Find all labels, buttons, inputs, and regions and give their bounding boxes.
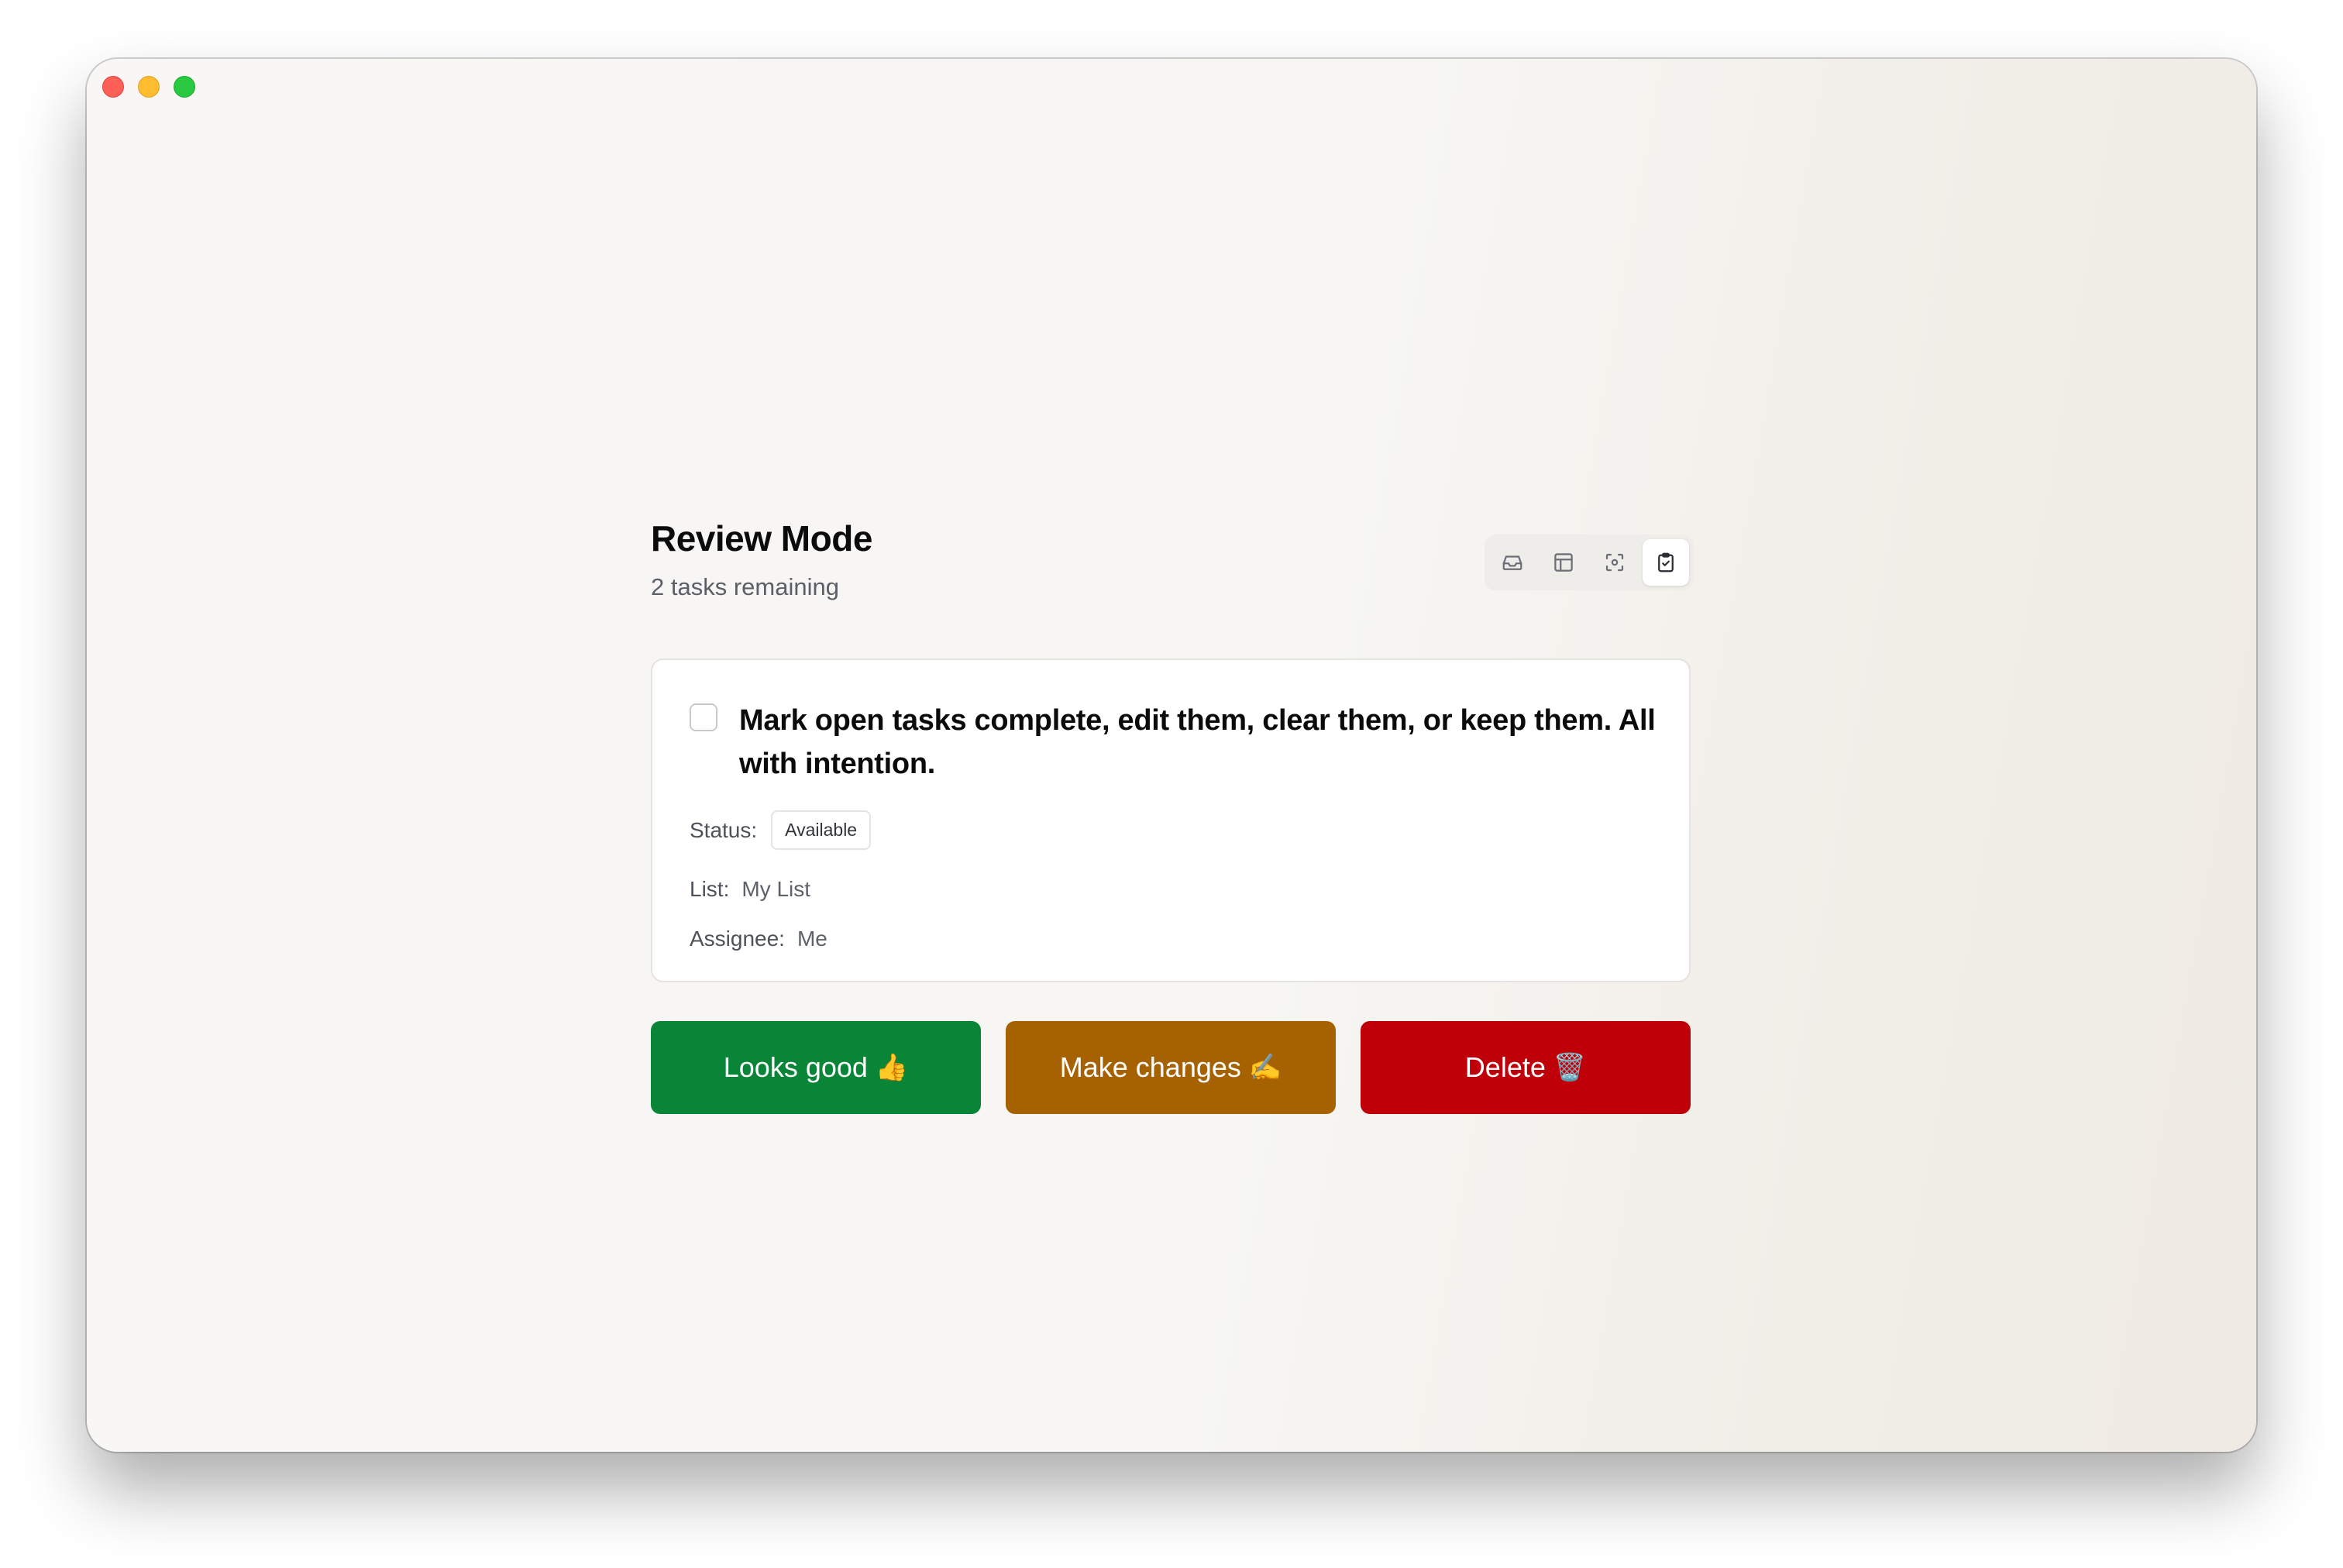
status-badge[interactable]: Available xyxy=(771,810,872,850)
thumbs-up-icon: 👍 xyxy=(875,1053,909,1082)
clipboard-check-icon xyxy=(1658,552,1674,573)
task-title: Mark open tasks complete, edit them, cle… xyxy=(739,704,1656,780)
list-label: List: xyxy=(690,877,730,901)
task-assignee-row: Assignee: Me xyxy=(690,927,827,951)
app-window: Review Mode 2 tasks remaining Mark open … xyxy=(87,59,2256,1452)
make-changes-button[interactable]: Make changes ✍️ xyxy=(1006,1021,1336,1114)
task-list-row: List: My List xyxy=(690,877,810,902)
minimize-window-button[interactable] xyxy=(138,76,160,98)
layout-view-button[interactable] xyxy=(1540,539,1587,586)
review-header: Review Mode 2 tasks remaining xyxy=(651,456,1694,600)
assignee-value: Me xyxy=(796,927,827,951)
inbox-icon xyxy=(1502,555,1522,570)
tasks-remaining-count: 2 tasks remaining xyxy=(651,573,839,600)
inbox-view-button[interactable] xyxy=(1489,539,1536,586)
writing-hand-icon: ✍️ xyxy=(1248,1053,1282,1082)
make-changes-label: Make changes xyxy=(1059,1051,1241,1083)
window-controls xyxy=(102,76,195,98)
task-complete-checkbox[interactable] xyxy=(690,703,717,731)
focus-icon xyxy=(1605,553,1624,572)
looks-good-button[interactable]: Looks good 👍 xyxy=(651,1021,981,1114)
focus-view-button[interactable] xyxy=(1591,539,1638,586)
trash-icon: 🗑️ xyxy=(1553,1053,1587,1082)
assignee-label: Assignee: xyxy=(690,927,785,951)
view-switcher xyxy=(1485,535,1694,590)
layout-icon xyxy=(1554,553,1573,572)
review-actions: Looks good 👍 Make changes ✍️ Delete 🗑️ xyxy=(651,1021,1691,1114)
zoom-window-button[interactable] xyxy=(174,76,195,98)
looks-good-label: Looks good xyxy=(723,1051,868,1083)
review-panel: Review Mode 2 tasks remaining Mark open … xyxy=(651,456,1694,1114)
close-window-button[interactable] xyxy=(102,76,124,98)
status-label: Status: xyxy=(690,817,758,842)
task-status-row: Status: Available xyxy=(690,810,872,850)
review-view-button[interactable] xyxy=(1643,539,1689,586)
task-card: Mark open tasks complete, edit them, cle… xyxy=(651,658,1691,982)
delete-label: Delete xyxy=(1464,1051,1546,1083)
list-value: My List xyxy=(741,877,811,901)
page-title: Review Mode xyxy=(651,518,872,559)
delete-button[interactable]: Delete 🗑️ xyxy=(1361,1021,1691,1114)
